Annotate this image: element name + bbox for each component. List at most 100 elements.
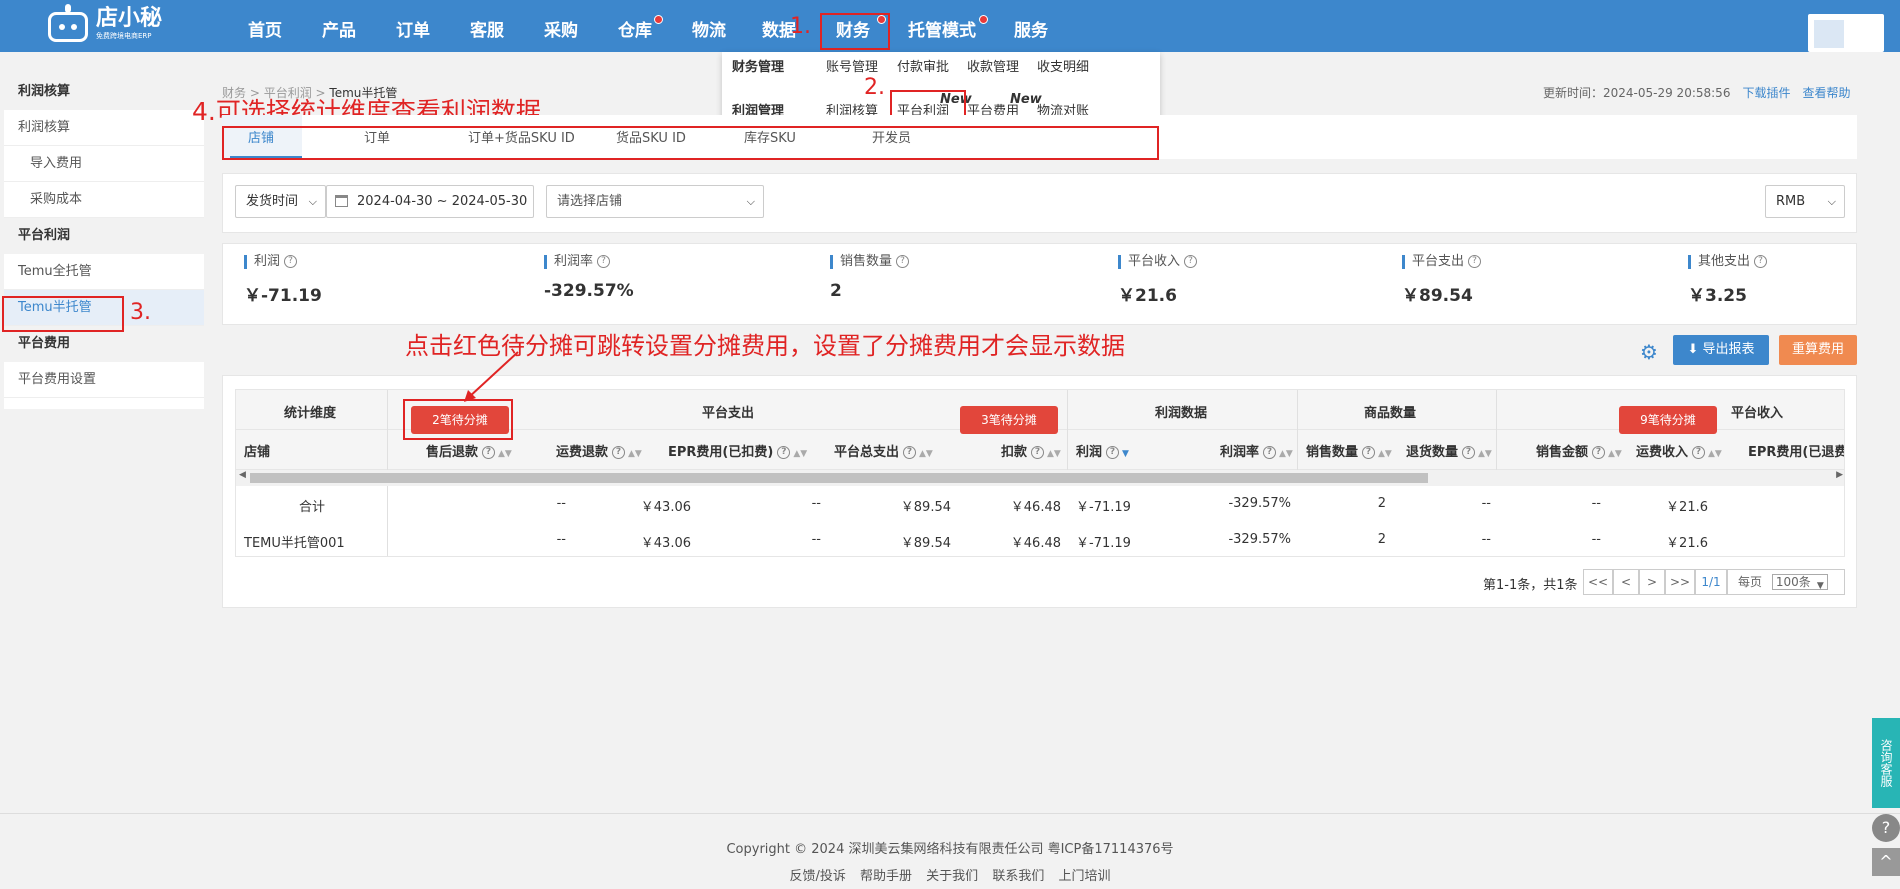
sidebar-item-purchase-cost[interactable]: 采购成本 (4, 182, 204, 218)
col-deduction[interactable]: 扣款? ▲▼ (1001, 441, 1061, 460)
managed-notify-dot (979, 15, 988, 24)
view-help-link[interactable]: 查看帮助 (1802, 86, 1850, 100)
currency-select[interactable]: RMB ⌵ (1765, 185, 1845, 218)
download-plugin-link[interactable]: 下载插件 (1742, 86, 1790, 100)
footer-about-link[interactable]: 关于我们 (926, 869, 978, 884)
footer-feedback-link[interactable]: 反馈/投诉 (789, 869, 845, 884)
user-avatar[interactable] (1808, 14, 1884, 52)
sort-icon: ▲▼ (1608, 449, 1622, 459)
col-freight-refund[interactable]: 运费退款? ▲▼ (556, 441, 642, 460)
nav-services[interactable]: 服务 (1006, 0, 1056, 52)
sidebar-item-import-fees[interactable]: 导入费用 (4, 146, 204, 182)
annotation-step-3: 3. (130, 300, 151, 325)
pager-summary: 第1-1条，共1条 (1483, 578, 1578, 593)
annotation-box-finance (820, 13, 890, 50)
col-return-qty[interactable]: 退货数量? ▲▼ (1406, 441, 1492, 460)
settings-gear-icon[interactable]: ⚙ (1640, 340, 1658, 364)
col-freight-income[interactable]: 运费收入? ▲▼ (1636, 441, 1722, 460)
recalculate-fees-button[interactable]: 重算费用 (1779, 335, 1857, 365)
annotation-box-temu-semi (2, 296, 124, 332)
nav-managed-mode[interactable]: 托管模式 (904, 0, 980, 52)
group-dimension: 统计维度 (284, 406, 337, 421)
menu-income-expense[interactable]: 收支明细 (1037, 56, 1089, 75)
pager-current: 1/1 (1695, 569, 1727, 595)
col-epr-fee[interactable]: EPR费用(已扣费)? ▲▼ (668, 441, 807, 460)
annotation-box-tabs (222, 126, 1159, 160)
menu-account-mgmt[interactable]: 账号管理 (826, 56, 878, 75)
help-icon: ? (896, 255, 910, 268)
col-sales-qty[interactable]: 销售数量? ▲▼ (1306, 441, 1392, 460)
export-report-button[interactable]: ⬇ 导出报表 (1673, 335, 1769, 365)
col-sales-amount[interactable]: 销售金额? ▲▼ (1536, 441, 1622, 460)
menu-payment-approval[interactable]: 付款审批 (897, 56, 949, 75)
pending-allocation-badge[interactable]: 9笔待分摊 (1619, 406, 1717, 434)
pager-next[interactable]: > (1639, 569, 1665, 595)
sort-icon: ▲▼ (919, 449, 933, 459)
logo[interactable]: 店小秘 免费跨境电商ERP (46, 2, 171, 46)
group-platform-expense: 平台支出 (702, 406, 755, 421)
col-after-sale-refund[interactable]: 售后退款? ▲▼ (426, 441, 512, 460)
chevron-down-icon: ▼ (1816, 581, 1824, 591)
date-range-input[interactable]: 2024-04-30 ~ 2024-05-30 (326, 185, 534, 218)
download-icon: ⬇ (1687, 342, 1699, 357)
kpi-profit-rate: 利润率? -329.57% (544, 254, 634, 301)
annotation-box-pending (403, 399, 513, 440)
pager-last[interactable]: >> (1665, 569, 1695, 595)
col-total-expense[interactable]: 平台总支出? ▲▼ (834, 441, 933, 460)
top-navbar: 店小秘 免费跨境电商ERP 首页 产品 订单 客服 采购 仓库 物流 数据 财务… (0, 0, 1900, 52)
help-circle-icon[interactable]: ? (1872, 814, 1900, 842)
group-platform-income: 平台收入 (1731, 406, 1784, 421)
nav-service[interactable]: 客服 (462, 0, 512, 52)
kpi-profit: 利润? ￥-71.19 (244, 254, 322, 306)
nav-home[interactable]: 首页 (240, 0, 290, 52)
help-icon: ? (284, 255, 298, 268)
footer-help-link[interactable]: 帮助手册 (860, 869, 912, 884)
footer: Copyright © 2024 深圳美云集网络科技有限责任公司 粤ICP备17… (0, 813, 1900, 889)
col-profit[interactable]: 利润? ▼ (1076, 441, 1129, 460)
menu-receipt-mgmt[interactable]: 收款管理 (967, 56, 1019, 75)
logo-subtitle: 免费跨境电商ERP (96, 32, 152, 40)
sort-icon: ▲▼ (793, 449, 808, 459)
horizontal-scrollbar[interactable]: ◀ ▶ (236, 470, 1844, 486)
sort-icon: ▲▼ (498, 449, 512, 459)
nav-products[interactable]: 产品 (314, 0, 364, 52)
pager-per-page[interactable]: 每页 100条 ▼ (1727, 569, 1845, 595)
pending-allocation-badge[interactable]: 3笔待分摊 (960, 406, 1058, 434)
help-icon: ? (1754, 255, 1768, 268)
time-type-select[interactable]: 发货时间 ⌵ (235, 185, 326, 218)
sort-icon: ▲▼ (1279, 449, 1293, 459)
annotation-step-2: 2. (864, 75, 885, 100)
nav-purchase[interactable]: 采购 (536, 0, 586, 52)
footer-training-link[interactable]: 上门培训 (1058, 869, 1110, 884)
pager-prev[interactable]: < (1613, 569, 1639, 595)
help-icon: ? (1184, 255, 1198, 268)
sort-icon: ▲▼ (1478, 449, 1492, 459)
sidebar-item-temu-full[interactable]: Temu全托管 (4, 254, 204, 290)
chevron-down-icon: ⌵ (308, 195, 317, 208)
sort-desc-icon: ▼ (1122, 449, 1129, 459)
sidebar: 利润核算 利润核算 导入费用 采购成本 平台利润 Temu全托管 Temu半托管… (4, 74, 204, 409)
sidebar-item-fee-settings[interactable]: 平台费用设置 (4, 362, 204, 398)
sidebar-item-profit-accounting[interactable]: 利润核算 (4, 110, 204, 146)
help-icon: ? (1468, 255, 1482, 268)
shop-select[interactable]: 请选择店铺 ⌵ (546, 185, 764, 218)
kpi-sales-qty: 销售数量? 2 (830, 255, 910, 301)
sort-icon: ▲▼ (1378, 449, 1392, 459)
menu-group-finance-mgmt: 财务管理 (732, 60, 785, 75)
footer-contact-link[interactable]: 联系我们 (992, 869, 1044, 884)
nav-orders[interactable]: 订单 (388, 0, 438, 52)
footer-copyright: Copyright © 2024 深圳美云集网络科技有限责任公司 粤ICP备17… (726, 842, 1174, 857)
calendar-icon (335, 195, 348, 207)
annotation-step-1: 1. (790, 14, 811, 39)
help-icon: ? (597, 255, 611, 268)
consult-service-button[interactable]: 咨询客服 (1872, 718, 1900, 808)
nav-logistics[interactable]: 物流 (684, 0, 734, 52)
sort-icon: ▲▼ (1708, 449, 1722, 459)
back-to-top-icon[interactable]: ^ (1872, 848, 1900, 876)
chevron-down-icon: ⌵ (746, 195, 755, 208)
nav-warehouse[interactable]: 仓库 (610, 0, 660, 52)
kpi-other-expense: 其他支出? ￥3.25 (1688, 255, 1768, 306)
col-profit-rate[interactable]: 利润率? ▲▼ (1220, 441, 1293, 460)
pager-first[interactable]: << (1583, 569, 1613, 595)
kpi-panel (222, 243, 1857, 325)
